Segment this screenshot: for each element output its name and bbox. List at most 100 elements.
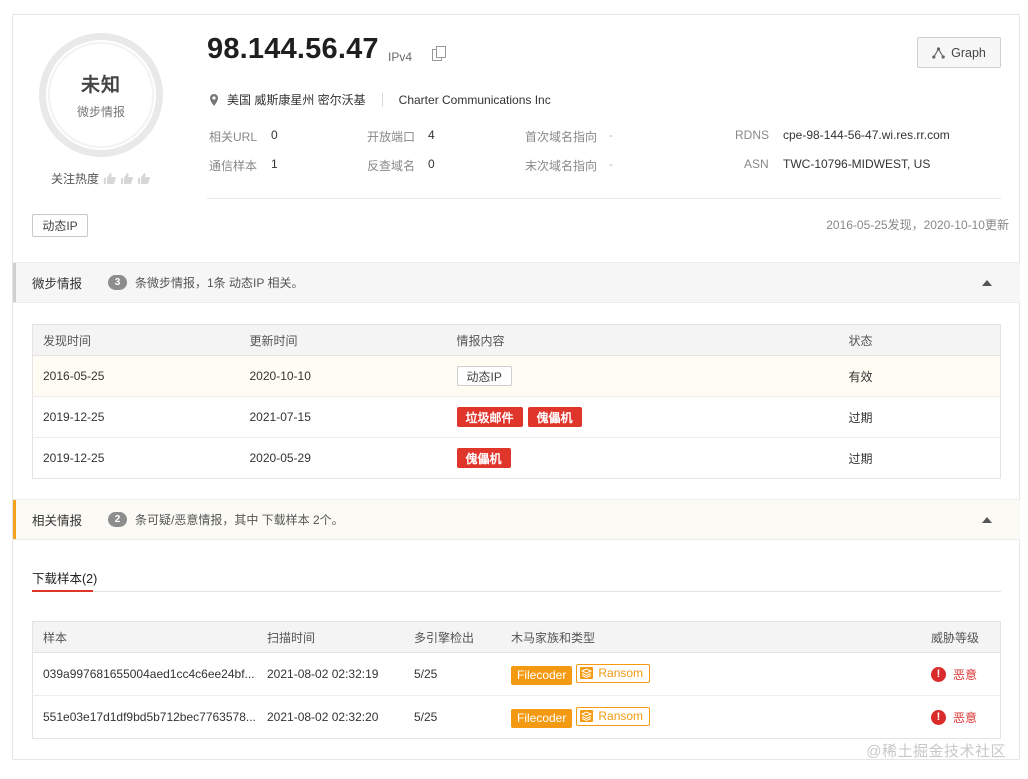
related-url-value[interactable]: 0 (271, 128, 278, 142)
related-section-title: 相关情报 (32, 514, 83, 528)
column-header: 多引擎检出 (404, 621, 501, 653)
status: 过期 (838, 396, 1001, 438)
location-row: 美国 威斯康星州 密尔沃基 Charter Communications Inc (209, 91, 551, 108)
reverse-domain-value[interactable]: 0 (428, 157, 435, 171)
threat-level: ! 恶意 (921, 696, 1001, 739)
graph-button-label: Graph (951, 45, 986, 60)
detection-ratio: 5/25 (414, 710, 438, 724)
column-header: 更新时间 (239, 324, 447, 356)
table-row: 551e03e17d1df9bd5b712bec7763578... 2021-… (33, 696, 1001, 739)
samples-value[interactable]: 1 (271, 157, 278, 171)
ip-type: IPv4 (388, 50, 413, 64)
intel-tag[interactable]: 傀儡机 (527, 407, 582, 427)
alert-icon: ! (931, 666, 946, 682)
collapse-icon[interactable] (982, 279, 992, 286)
column-header: 扫描时间 (257, 621, 404, 653)
status: 过期 (848, 451, 873, 466)
related-tabs: 下载样本(2) (32, 568, 1001, 592)
intel-section-header[interactable]: 微步情报 3 条微步情报，1条 动态IP 相关。 (13, 262, 1020, 303)
intel-section-desc: 条微步情报，1条 动态IP 相关。 (135, 276, 304, 290)
layers-icon (580, 710, 594, 722)
sample-hash[interactable]: 551e03e17d1df9bd5b712bec7763578... (33, 696, 258, 739)
graph-button[interactable]: Graph (917, 37, 1001, 68)
open-ports-label: 开放端口 (367, 130, 416, 144)
related-count-badge: 2 (108, 512, 127, 527)
reverse-domain-label: 反查域名 (367, 159, 416, 173)
detection-ratio: 5/25 (404, 652, 501, 696)
layers-icon (580, 667, 594, 679)
thumb-up-icon[interactable] (120, 173, 133, 184)
location-text: 美国 威斯康星州 密尔沃基 (227, 93, 366, 107)
found-updated-dates: 2016-05-25发现，2020-10-10更新 (826, 218, 1009, 232)
table-row: 039a997681655004aed1cc4c6ee24bf... 2021-… (32, 652, 1001, 696)
thumb-up-icon[interactable] (137, 173, 150, 184)
status: 有效 (838, 355, 1001, 397)
divider (381, 93, 383, 106)
divider (207, 198, 1001, 199)
related-url-label: 相关URL (209, 130, 258, 144)
table-header: 发现时间 更新时间 情报内容 状态 (32, 324, 1001, 356)
updated-date: 2020-10-10 (239, 355, 447, 397)
last-domain-value: - (609, 157, 613, 171)
first-domain-label: 首次域名指向 (525, 130, 598, 144)
type-tag[interactable]: Ransom (576, 706, 651, 726)
column-header: 状态 (838, 324, 1001, 356)
dynamic-ip-tag[interactable]: 动态IP (32, 214, 88, 237)
family-type: Filecoder Ransom (501, 696, 921, 739)
family-type: Filecoder Ransom (501, 652, 921, 696)
intel-count-badge: 3 (108, 275, 127, 290)
family-tag[interactable]: Filecoder (511, 708, 573, 728)
section-edge (13, 500, 16, 539)
table-header: 样本 扫描时间 多引擎检出 木马家族和类型 威胁等级 (32, 621, 1001, 653)
samples-table: 样本 扫描时间 多引擎检出 木马家族和类型 威胁等级 039a997681655… (32, 621, 1001, 739)
verdict-badge: 未知 微步情报 (48, 42, 154, 148)
active-tab-indicator (32, 590, 93, 592)
family-tag[interactable]: Filecoder (511, 665, 573, 685)
column-header: 样本 (32, 621, 257, 653)
intel-table: 发现时间 更新时间 情报内容 状态 2016-05-25 2020-10-10 … (32, 324, 1001, 479)
last-domain-label: 末次域名指向 (525, 159, 598, 173)
alert-icon: ! (931, 709, 946, 725)
type-tag[interactable]: Ransom (576, 663, 651, 683)
tab-download-samples[interactable]: 下载样本(2) (32, 568, 97, 587)
location-pin-icon (210, 93, 218, 106)
scan-time: 2021-08-02 02:32:19 (257, 652, 404, 696)
ip-address: 98.144.56.47 (207, 33, 379, 65)
rdns-label: RDNS (735, 128, 770, 142)
found-date: 2019-12-25 (32, 396, 240, 438)
table-row: 2016-05-25 2020-10-10 动态IP 有效 (32, 355, 1001, 397)
organization: Charter Communications Inc (398, 92, 551, 107)
found-date: 2019-12-25 (43, 451, 105, 465)
intel-content: 垃圾邮件 傀儡机 (446, 396, 839, 438)
copy-icon[interactable] (432, 46, 446, 61)
related-section-desc: 条可疑/恶意情报，其中 下载样本 2个。 (135, 513, 344, 527)
intel-content: 傀儡机 (447, 438, 839, 479)
updated-date: 2020-05-29 (249, 451, 311, 465)
heat-label: 关注热度 (51, 172, 100, 186)
table-row: 2019-12-25 2021-07-15 垃圾邮件 傀儡机 过期 (32, 396, 1001, 438)
intel-section-title: 微步情报 (32, 277, 83, 291)
sample-hash[interactable]: 039a997681655004aed1cc4c6ee24bf... (32, 652, 257, 696)
collapse-icon[interactable] (982, 516, 992, 523)
thumb-up-icon[interactable] (103, 173, 116, 184)
asn-value: TWC-10796-MIDWEST, US (783, 157, 931, 171)
watermark: @稀土掘金技术社区 (866, 743, 1006, 760)
related-section-header[interactable]: 相关情报 2 条可疑/恶意情报，其中 下载样本 2个。 (13, 499, 1020, 540)
scan-time: 2021-08-02 02:32:20 (267, 710, 379, 724)
attention-heat: 关注热度 (51, 170, 150, 187)
intel-tag[interactable]: 垃圾邮件 (456, 407, 523, 427)
samples-label: 通信样本 (209, 159, 258, 173)
open-ports-value[interactable]: 4 (428, 128, 435, 142)
graph-icon (932, 46, 945, 59)
first-domain-value: - (609, 128, 613, 142)
found-date: 2016-05-25 (32, 355, 240, 397)
threat-level: ! 恶意 (921, 652, 1001, 696)
verdict-label: 未知 (80, 75, 121, 96)
asn-label: ASN (744, 157, 769, 171)
column-header: 发现时间 (32, 324, 240, 356)
rdns-value: cpe-98-144-56-47.wi.res.rr.com (783, 128, 950, 142)
intel-tag[interactable]: 动态IP (456, 366, 512, 386)
intel-tag[interactable]: 傀儡机 (456, 448, 511, 468)
section-edge (13, 263, 16, 302)
column-header: 威胁等级 (921, 621, 1001, 653)
